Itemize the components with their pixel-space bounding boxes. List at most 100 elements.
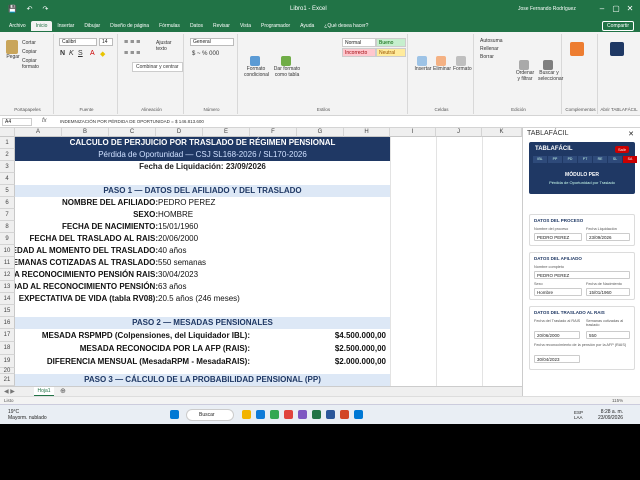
table-row[interactable]: DIFERENCIA MENSUAL (MesadaRPM - MesadaRA… xyxy=(15,355,390,368)
row-header[interactable]: 16 xyxy=(0,317,15,329)
user-name[interactable]: Jose Fernando Rodríguez xyxy=(518,6,576,12)
table-row[interactable]: MESADA RSPMPD (Colpensiones, del Liquida… xyxy=(15,329,390,342)
wrap-text-button[interactable]: Ajustar texto xyxy=(156,40,183,52)
row-header[interactable]: 17 xyxy=(0,329,15,342)
column-header[interactable]: F xyxy=(250,128,297,137)
bold-button[interactable]: N xyxy=(60,50,65,57)
clock[interactable]: 8:28 a. m. 23/09/2026 xyxy=(598,409,623,421)
column-header[interactable]: I xyxy=(390,128,436,137)
table-row[interactable]: SEXO: HOMBRE xyxy=(15,209,390,221)
step3-header[interactable]: PASO 3 — CÁLCULO DE LA PROBABILIDAD PENS… xyxy=(15,374,390,386)
mail-icon[interactable] xyxy=(284,410,293,419)
column-header[interactable]: K xyxy=(482,128,522,137)
sort-filter-button[interactable]: Ordenar y filtrar xyxy=(514,60,536,82)
row-header[interactable]: 13 xyxy=(0,281,15,293)
weeks-input[interactable]: 550 xyxy=(586,331,630,339)
pane-tab-pd[interactable]: PD xyxy=(563,156,577,163)
column-header[interactable]: E xyxy=(203,128,250,137)
tab-inicio[interactable]: Inicio xyxy=(30,21,53,31)
powerpoint-icon[interactable] xyxy=(340,410,349,419)
row-header[interactable]: 18 xyxy=(0,342,15,355)
row-header[interactable]: 19 xyxy=(0,355,15,368)
taskbar-search[interactable]: Buscar xyxy=(186,409,234,421)
share-button[interactable]: Compartir xyxy=(602,21,634,31)
spreadsheet-grid[interactable]: A B C D E F G H I J K 1 2 3 4 5 6 7 8 9 10 11 12 13 1… xyxy=(0,128,522,386)
step1-header[interactable]: PASO 1 — DATOS DEL AFILIADO Y DEL TRASLA… xyxy=(15,185,390,197)
conditional-format-button[interactable]: Formato condicional xyxy=(244,56,269,78)
language-indicator[interactable]: ESP LAA xyxy=(574,410,590,420)
tab-programador[interactable]: Programador xyxy=(256,21,295,31)
tab-diseno-pagina[interactable]: Diseño de página xyxy=(105,21,154,31)
delete-cells-button[interactable]: Eliminar xyxy=(433,56,451,72)
style-neutral[interactable]: Neutral xyxy=(376,48,406,57)
row-header[interactable]: 5 xyxy=(0,185,15,197)
tab-formulas[interactable]: Fórmulas xyxy=(154,21,185,31)
copy-button[interactable]: Copiar xyxy=(22,49,37,55)
row-header[interactable]: 14 xyxy=(0,293,15,305)
row-header[interactable]: 4 xyxy=(0,173,15,185)
align-top-icon[interactable]: ≡≡≡ xyxy=(124,39,142,46)
pane-tab-ibl[interactable]: IBL xyxy=(533,156,547,163)
row-header[interactable]: 3 xyxy=(0,161,15,173)
chrome-icon[interactable] xyxy=(270,410,279,419)
style-normal[interactable]: Normal xyxy=(342,38,376,47)
name-box[interactable]: A4 xyxy=(2,118,32,126)
table-row[interactable]: EDAD AL RECONOCIMIENTO PENSIÓN: 63 años xyxy=(15,281,390,293)
pane-tab-pt[interactable]: PT xyxy=(578,156,592,163)
find-select-button[interactable]: Buscar y seleccionar xyxy=(538,60,563,82)
table-row[interactable]: FECHA DE NACIMIENTO: 15/01/1960 xyxy=(15,221,390,233)
row-header[interactable]: 21 xyxy=(0,374,15,386)
merge-center-button[interactable]: Combinar y centrar xyxy=(132,62,183,72)
row-header[interactable]: 9 xyxy=(0,233,15,245)
cut-button[interactable]: Cortar xyxy=(22,40,36,46)
function-icon[interactable]: fx xyxy=(42,118,47,124)
column-header[interactable]: J xyxy=(436,128,482,137)
tab-insertar[interactable]: Insertar xyxy=(52,21,79,31)
edge-icon[interactable] xyxy=(256,410,265,419)
word-icon[interactable] xyxy=(326,410,335,419)
tab-ayuda[interactable]: Ayuda xyxy=(295,21,319,31)
zoom-level[interactable]: 115% xyxy=(612,398,623,403)
table-row[interactable]: EXPECTATIVA DE VIDA (tabla RV08): 20.5 añ… xyxy=(15,293,390,305)
tab-dibujar[interactable]: Dibujar xyxy=(79,21,105,31)
liquidation-date[interactable]: Fecha de Liquidación: 23/09/2026 xyxy=(15,161,390,173)
table-row[interactable]: MESADA RECONOCIDA POR LA AFP (RAIS): $2.5… xyxy=(15,342,390,355)
vscode-icon[interactable] xyxy=(354,410,363,419)
tab-revisar[interactable]: Revisar xyxy=(208,21,235,31)
pension-date-input[interactable]: 30/04/2023 xyxy=(534,355,580,363)
underline-button[interactable]: S xyxy=(78,50,83,57)
fill-button[interactable]: Rellenar xyxy=(480,46,499,52)
format-cells-button[interactable]: Formato xyxy=(453,56,472,72)
currency-icon[interactable]: $ ~ % 000 xyxy=(192,51,219,57)
format-painter-button[interactable]: Copiar formato xyxy=(22,58,53,70)
row-header[interactable]: 11 xyxy=(0,257,15,269)
addins-button[interactable] xyxy=(570,42,586,56)
table-row[interactable]: FECHA RECONOCIMIENTO PENSIÓN RAIS:30/04/… xyxy=(15,269,390,281)
sex-select[interactable]: Hombre xyxy=(534,288,582,296)
number-format-select[interactable]: General xyxy=(190,38,234,46)
excel-taskbar-icon[interactable] xyxy=(312,410,321,419)
column-header[interactable]: B xyxy=(62,128,109,137)
close-icon[interactable]: ✕ xyxy=(624,4,636,13)
tab-vista[interactable]: Vista xyxy=(235,21,256,31)
row-header[interactable]: 2 xyxy=(0,149,15,161)
font-name-select[interactable]: Calibri xyxy=(59,38,97,46)
birth-date-input[interactable]: 15/01/1960 xyxy=(586,288,630,296)
row-header[interactable]: 1 xyxy=(0,137,15,149)
sheet-subtitle[interactable]: Pérdida de Oportunidad — CSJ SL168-2026 … xyxy=(15,149,390,161)
maximize-icon[interactable]: ▢ xyxy=(610,4,622,13)
column-header[interactable]: D xyxy=(156,128,203,137)
liquidation-date-input[interactable]: 23/09/2026 xyxy=(586,233,630,241)
tab-archivo[interactable]: Archivo xyxy=(4,21,31,31)
font-size-select[interactable]: 14 xyxy=(99,38,113,46)
font-color-icon[interactable]: A xyxy=(90,50,95,57)
pane-tab-sa[interactable]: SA xyxy=(623,156,637,163)
fill-color-icon[interactable]: ◆ xyxy=(100,50,105,58)
column-header[interactable]: G xyxy=(297,128,344,137)
column-header[interactable]: H xyxy=(344,128,390,137)
row-header[interactable]: 7 xyxy=(0,209,15,221)
table-row[interactable]: NOMBRE DEL AFILIADO: PEDRO PEREZ xyxy=(15,197,390,209)
file-explorer-icon[interactable] xyxy=(242,410,251,419)
paste-button[interactable]: Pegar xyxy=(5,40,21,60)
style-good[interactable]: Bueno xyxy=(376,38,406,47)
